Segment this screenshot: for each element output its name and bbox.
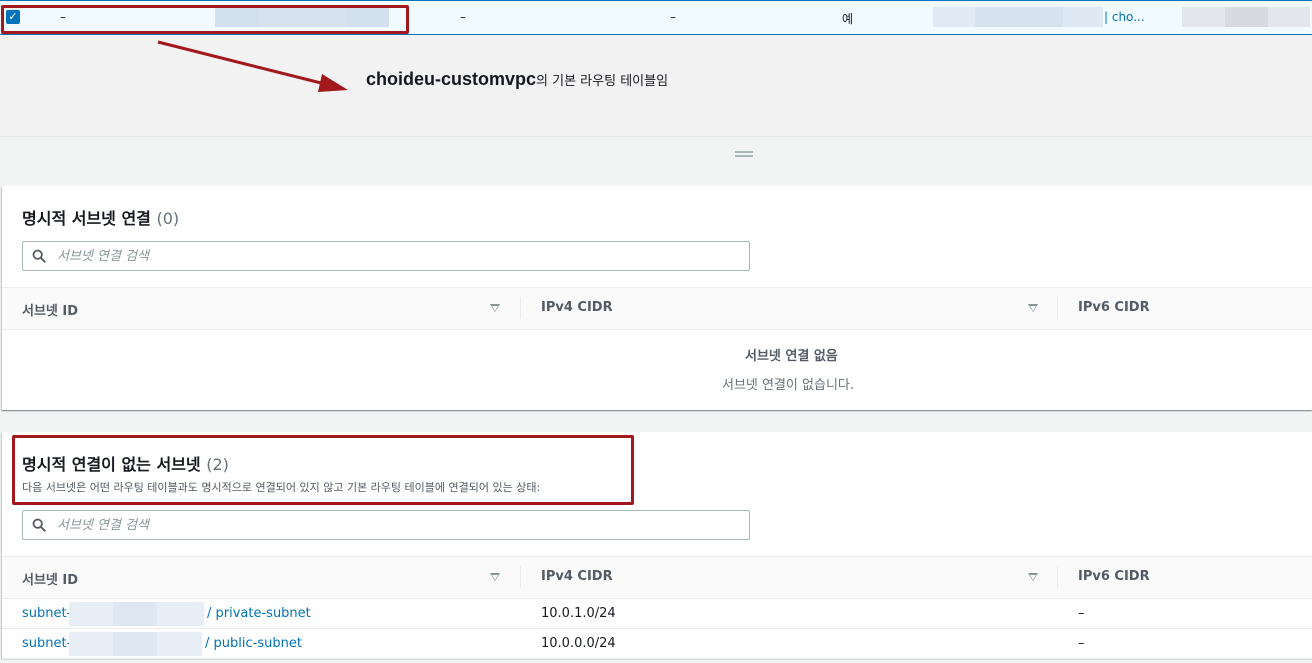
empty-state-title: 서브넷 연결 없음 xyxy=(745,349,838,364)
implicit-search-input[interactable] xyxy=(57,515,737,535)
split-panel-divider xyxy=(0,136,1312,186)
implicit-search-box[interactable] xyxy=(22,510,750,540)
vpc-link[interactable]: | cho... xyxy=(1104,10,1145,24)
column-divider[interactable] xyxy=(1057,297,1058,319)
explicit-search-input[interactable] xyxy=(57,246,737,266)
redacted-block xyxy=(975,7,1063,27)
ipv6-cidr-value: – xyxy=(1078,606,1085,621)
sort-down-icon[interactable] xyxy=(1028,304,1038,312)
subnet-id-link[interactable]: subnet- xyxy=(22,636,71,651)
redacted-block xyxy=(1063,7,1103,27)
column-divider[interactable] xyxy=(520,566,521,588)
subnet-id-link[interactable]: subnet- xyxy=(22,606,71,621)
highlight-box-implicit xyxy=(12,435,634,505)
annotation-vpc-name: choideu-customvpc xyxy=(366,69,537,89)
redacted-block xyxy=(69,602,113,626)
annotation-rest: 의 기본 라우팅 테이블임 xyxy=(536,74,669,89)
explicit-panel-count: (0) xyxy=(156,209,180,228)
column-ipv4-cidr[interactable]: IPv4 CIDR xyxy=(541,300,613,315)
column-ipv6-cidr[interactable]: IPv6 CIDR xyxy=(1078,569,1150,584)
column-ipv4-cidr[interactable]: IPv4 CIDR xyxy=(541,569,613,584)
annotation-arrow-icon xyxy=(157,40,348,92)
subnet-name-link[interactable]: / private-subnet xyxy=(207,606,311,621)
row-cell-main: 예 xyxy=(842,12,854,26)
sort-down-icon[interactable] xyxy=(1028,573,1038,581)
redacted-block xyxy=(933,7,975,27)
redacted-block xyxy=(1225,7,1268,27)
row-cell-3: – xyxy=(670,10,676,24)
redacted-block xyxy=(1268,7,1310,27)
explicit-panel-title: 명시적 서브넷 연결 xyxy=(22,209,151,228)
column-subnet-id[interactable]: 서브넷 ID xyxy=(22,569,78,588)
panel-title: 명시적 서브넷 연결 (0) xyxy=(22,205,179,229)
column-divider[interactable] xyxy=(1057,566,1058,588)
drag-handle-icon[interactable] xyxy=(735,151,753,157)
sort-down-icon[interactable] xyxy=(490,573,500,581)
redacted-block xyxy=(113,602,157,626)
column-ipv6-cidr[interactable]: IPv6 CIDR xyxy=(1078,300,1150,315)
explicit-search-box[interactable] xyxy=(22,241,750,271)
subnet-name-link[interactable]: / public-subnet xyxy=(205,636,302,651)
row-cell-2: – xyxy=(460,10,466,24)
redacted-block xyxy=(157,632,202,656)
highlight-box-row xyxy=(1,5,409,34)
column-subnet-id[interactable]: 서브넷 ID xyxy=(22,300,78,319)
redacted-block xyxy=(1182,7,1225,27)
empty-state-description: 서브넷 연결이 없습니다. xyxy=(722,378,854,393)
redacted-block xyxy=(113,632,157,656)
ipv6-cidr-value: – xyxy=(1078,636,1085,651)
search-icon xyxy=(32,249,46,263)
ipv4-cidr-value: 10.0.1.0/24 xyxy=(541,606,616,621)
column-divider[interactable] xyxy=(520,297,521,319)
annotation-text: choideu-customvpc의 기본 라우팅 테이블임 xyxy=(366,69,668,90)
search-icon xyxy=(32,518,46,532)
sort-down-icon[interactable] xyxy=(490,304,500,312)
ipv4-cidr-value: 10.0.0.0/24 xyxy=(541,636,616,651)
redacted-block xyxy=(157,602,204,626)
redacted-block xyxy=(69,632,113,656)
